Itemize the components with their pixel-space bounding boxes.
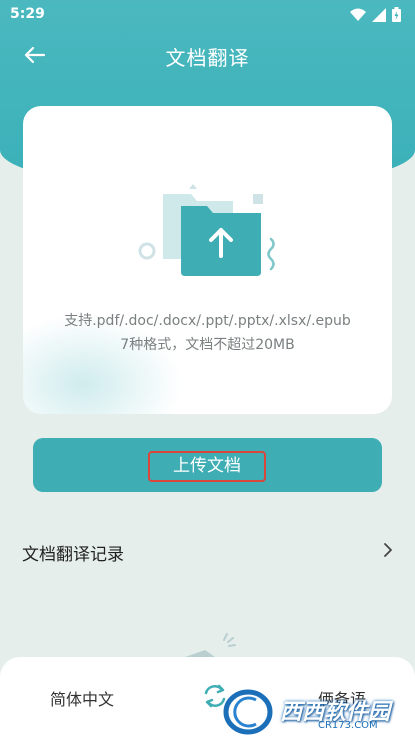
status-bar: 5:29 bbox=[0, 0, 415, 30]
status-time: 5:29 bbox=[10, 6, 45, 22]
limit-line: 7种格式，文档不超过20MB bbox=[120, 337, 295, 353]
upload-document-button[interactable]: 上传文档 bbox=[33, 438, 382, 492]
status-icons bbox=[350, 7, 401, 22]
watermark: 西西软件园 CR173.COM bbox=[222, 686, 415, 738]
upload-card[interactable]: 支持.pdf/.doc/.docx/.ppt/.pptx/.xlsx/.epub… bbox=[23, 106, 392, 414]
nav-bar: 文档翻译 bbox=[0, 30, 415, 80]
watermark-logo bbox=[223, 689, 273, 735]
translation-history-row[interactable]: 文档翻译记录 bbox=[0, 528, 415, 574]
signal-icon bbox=[372, 7, 386, 22]
source-language-button[interactable]: 简体中文 bbox=[50, 686, 114, 710]
wifi-icon bbox=[350, 8, 366, 21]
chevron-right-icon bbox=[384, 543, 392, 557]
page-title: 文档翻译 bbox=[165, 46, 250, 70]
watermark-url: CR173.COM bbox=[318, 720, 378, 731]
formats-line: 支持.pdf/.doc/.docx/.ppt/.pptx/.xlsx/.epub bbox=[64, 313, 351, 329]
upload-button-label: 上传文档 bbox=[148, 451, 266, 482]
history-label: 文档翻译记录 bbox=[22, 545, 124, 565]
upload-folder-icon bbox=[138, 184, 275, 276]
battery-icon bbox=[392, 7, 401, 22]
supported-formats-text: 支持.pdf/.doc/.docx/.ppt/.pptx/.xlsx/.epub… bbox=[23, 309, 392, 357]
